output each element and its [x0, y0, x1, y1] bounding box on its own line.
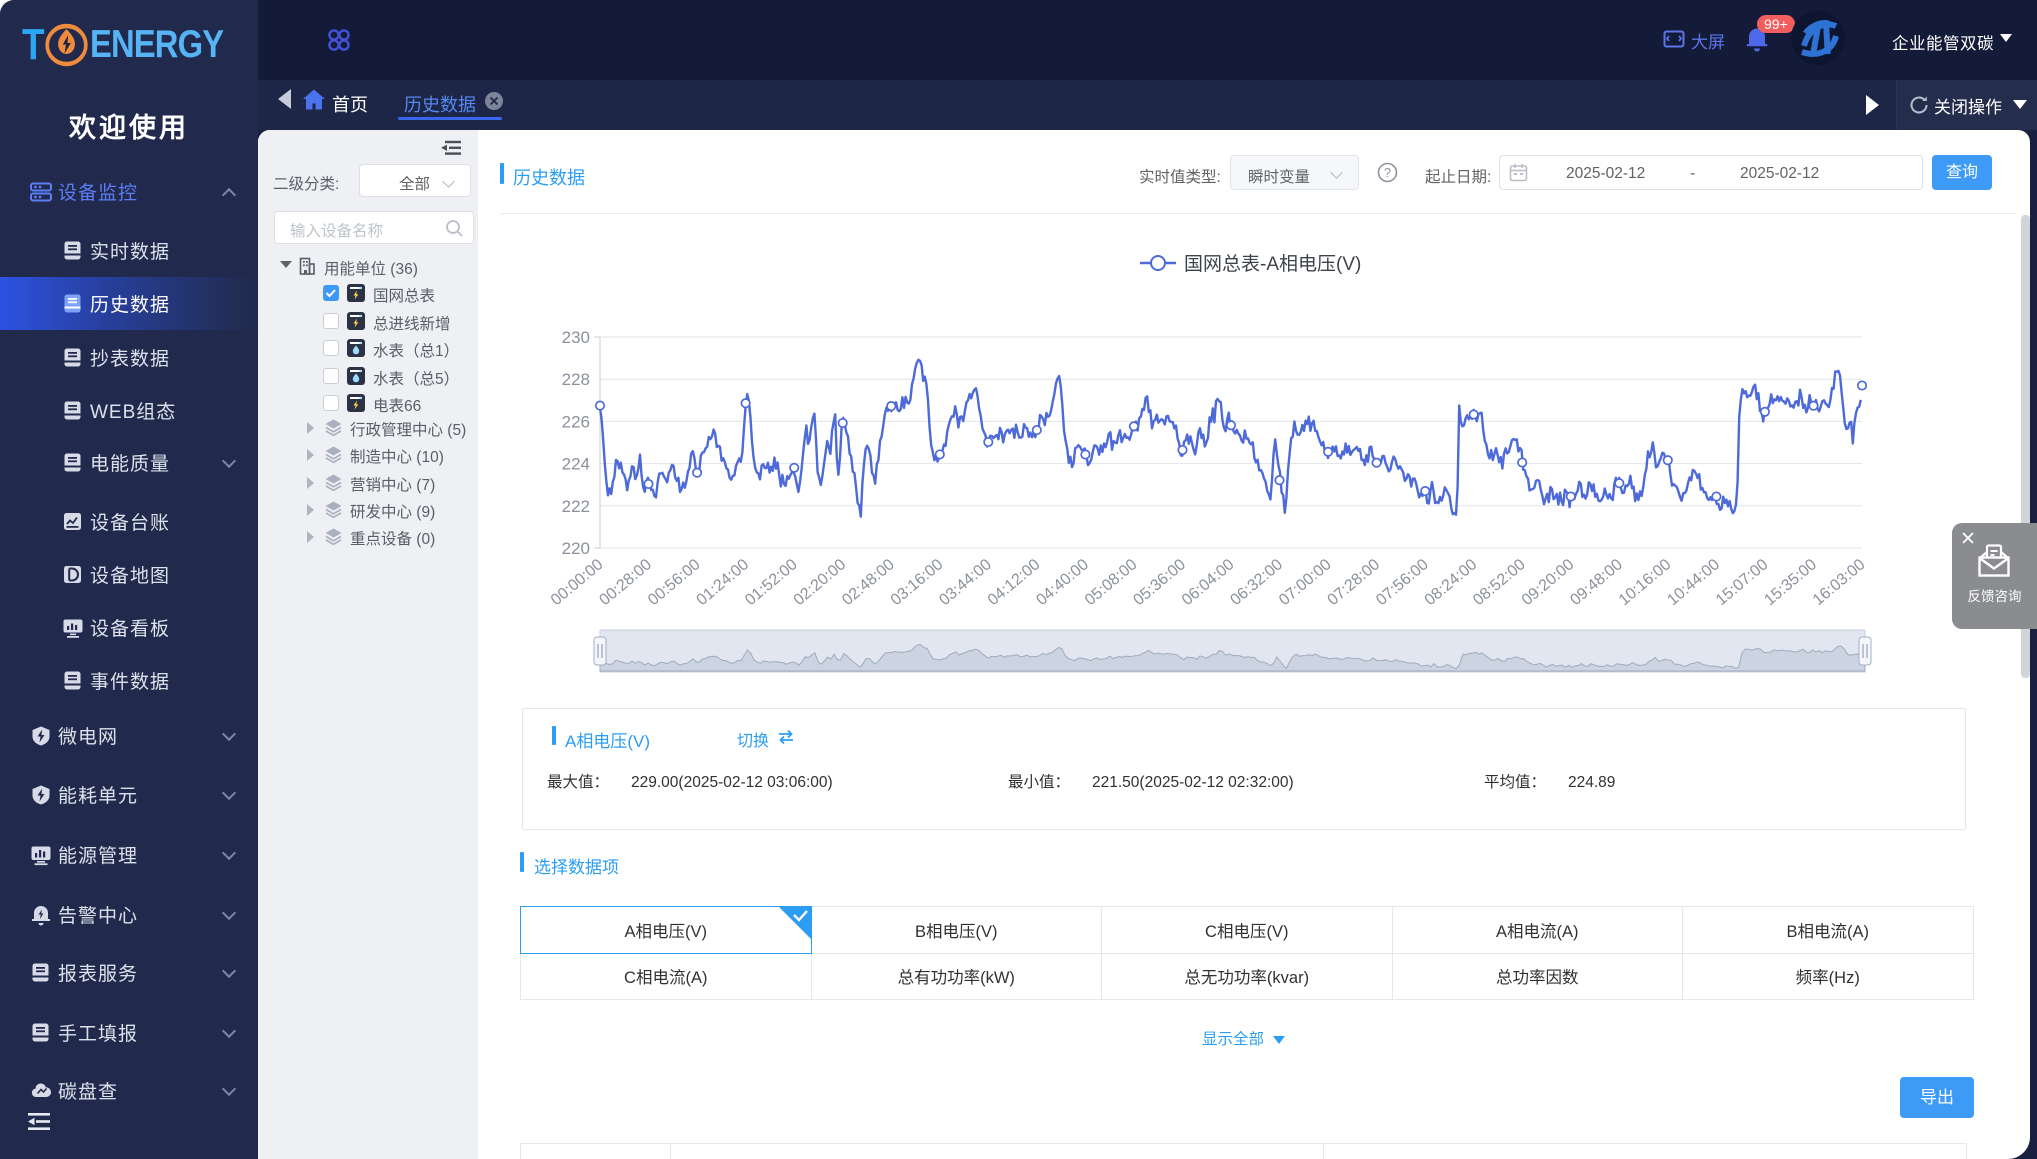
svg-text:02:48:00: 02:48:00	[839, 556, 898, 609]
svg-text:226: 226	[562, 412, 590, 431]
svg-text:05:08:00: 05:08:00	[1082, 556, 1141, 609]
svg-text:04:12:00: 04:12:00	[985, 556, 1044, 609]
svg-text:09:48:00: 09:48:00	[1567, 556, 1626, 609]
svg-text:07:56:00: 07:56:00	[1373, 556, 1432, 609]
svg-text:国网总表-A相电压(V): 国网总表-A相电压(V)	[1184, 253, 1361, 275]
svg-text:03:16:00: 03:16:00	[888, 556, 947, 609]
svg-text:02:20:00: 02:20:00	[791, 556, 850, 609]
svg-text:220: 220	[562, 539, 590, 558]
svg-text:00:28:00: 00:28:00	[596, 556, 655, 609]
svg-text:10:16:00: 10:16:00	[1616, 556, 1675, 609]
svg-text:03:44:00: 03:44:00	[936, 556, 995, 609]
svg-text:01:24:00: 01:24:00	[694, 556, 753, 609]
svg-text:06:04:00: 06:04:00	[1179, 556, 1238, 609]
svg-text:07:28:00: 07:28:00	[1325, 556, 1384, 609]
svg-text:08:24:00: 08:24:00	[1422, 556, 1481, 609]
svg-text:00:56:00: 00:56:00	[645, 556, 704, 609]
svg-text:224: 224	[562, 455, 590, 474]
svg-text:00:00:00: 00:00:00	[548, 556, 607, 609]
svg-text:16:03:00: 16:03:00	[1810, 556, 1869, 609]
svg-text:?: ?	[1384, 165, 1391, 180]
svg-text:04:40:00: 04:40:00	[1033, 556, 1092, 609]
svg-text:06:32:00: 06:32:00	[1227, 556, 1286, 609]
svg-text:222: 222	[562, 497, 590, 516]
svg-text:228: 228	[562, 370, 590, 389]
svg-text:15:35:00: 15:35:00	[1761, 556, 1820, 609]
svg-text:09:20:00: 09:20:00	[1519, 556, 1578, 609]
svg-text:08:52:00: 08:52:00	[1470, 556, 1529, 609]
svg-text:10:44:00: 10:44:00	[1664, 556, 1723, 609]
svg-text:01:52:00: 01:52:00	[742, 556, 801, 609]
svg-text:15:07:00: 15:07:00	[1713, 556, 1772, 609]
svg-text:05:36:00: 05:36:00	[1130, 556, 1189, 609]
svg-text:230: 230	[562, 328, 590, 347]
svg-text:07:00:00: 07:00:00	[1276, 556, 1335, 609]
